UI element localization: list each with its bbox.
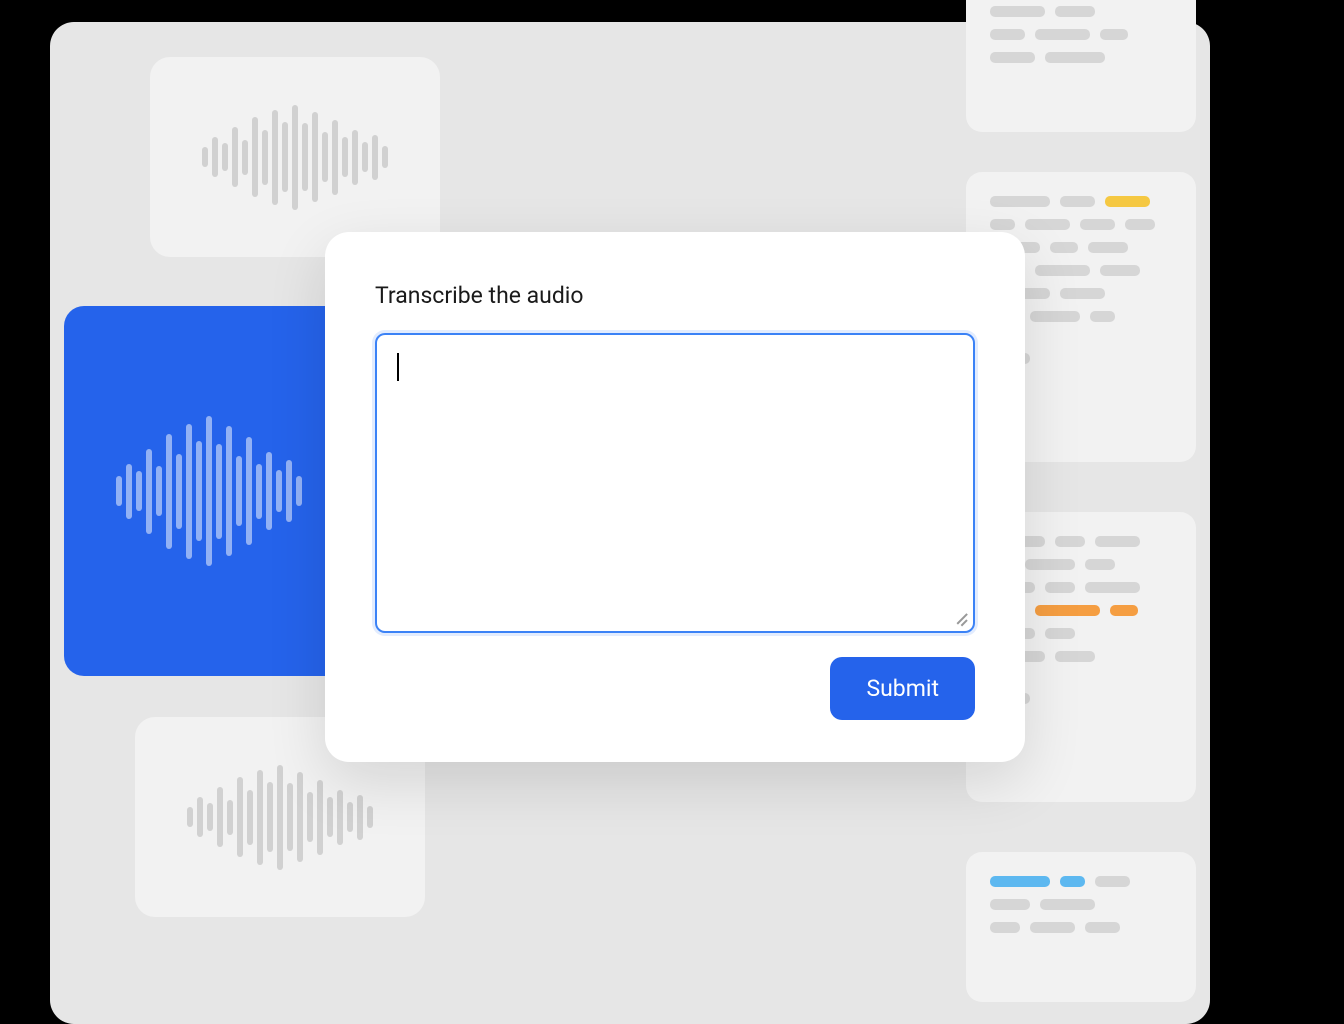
waveform-icon <box>116 416 302 566</box>
audio-card <box>150 57 440 257</box>
audio-card-active <box>64 306 354 676</box>
resize-handle-icon[interactable] <box>953 611 967 625</box>
transcription-input[interactable] <box>375 333 975 633</box>
text-cursor-icon <box>397 353 399 381</box>
transcribe-modal: Transcribe the audio Submit <box>325 232 1025 762</box>
background-canvas: Transcribe the audio Submit <box>50 22 1210 1024</box>
document-card <box>966 852 1196 1002</box>
submit-button[interactable]: Submit <box>830 657 975 720</box>
modal-title: Transcribe the audio <box>375 282 975 309</box>
document-card <box>966 0 1196 132</box>
waveform-icon <box>202 105 388 210</box>
waveform-icon <box>187 765 373 870</box>
